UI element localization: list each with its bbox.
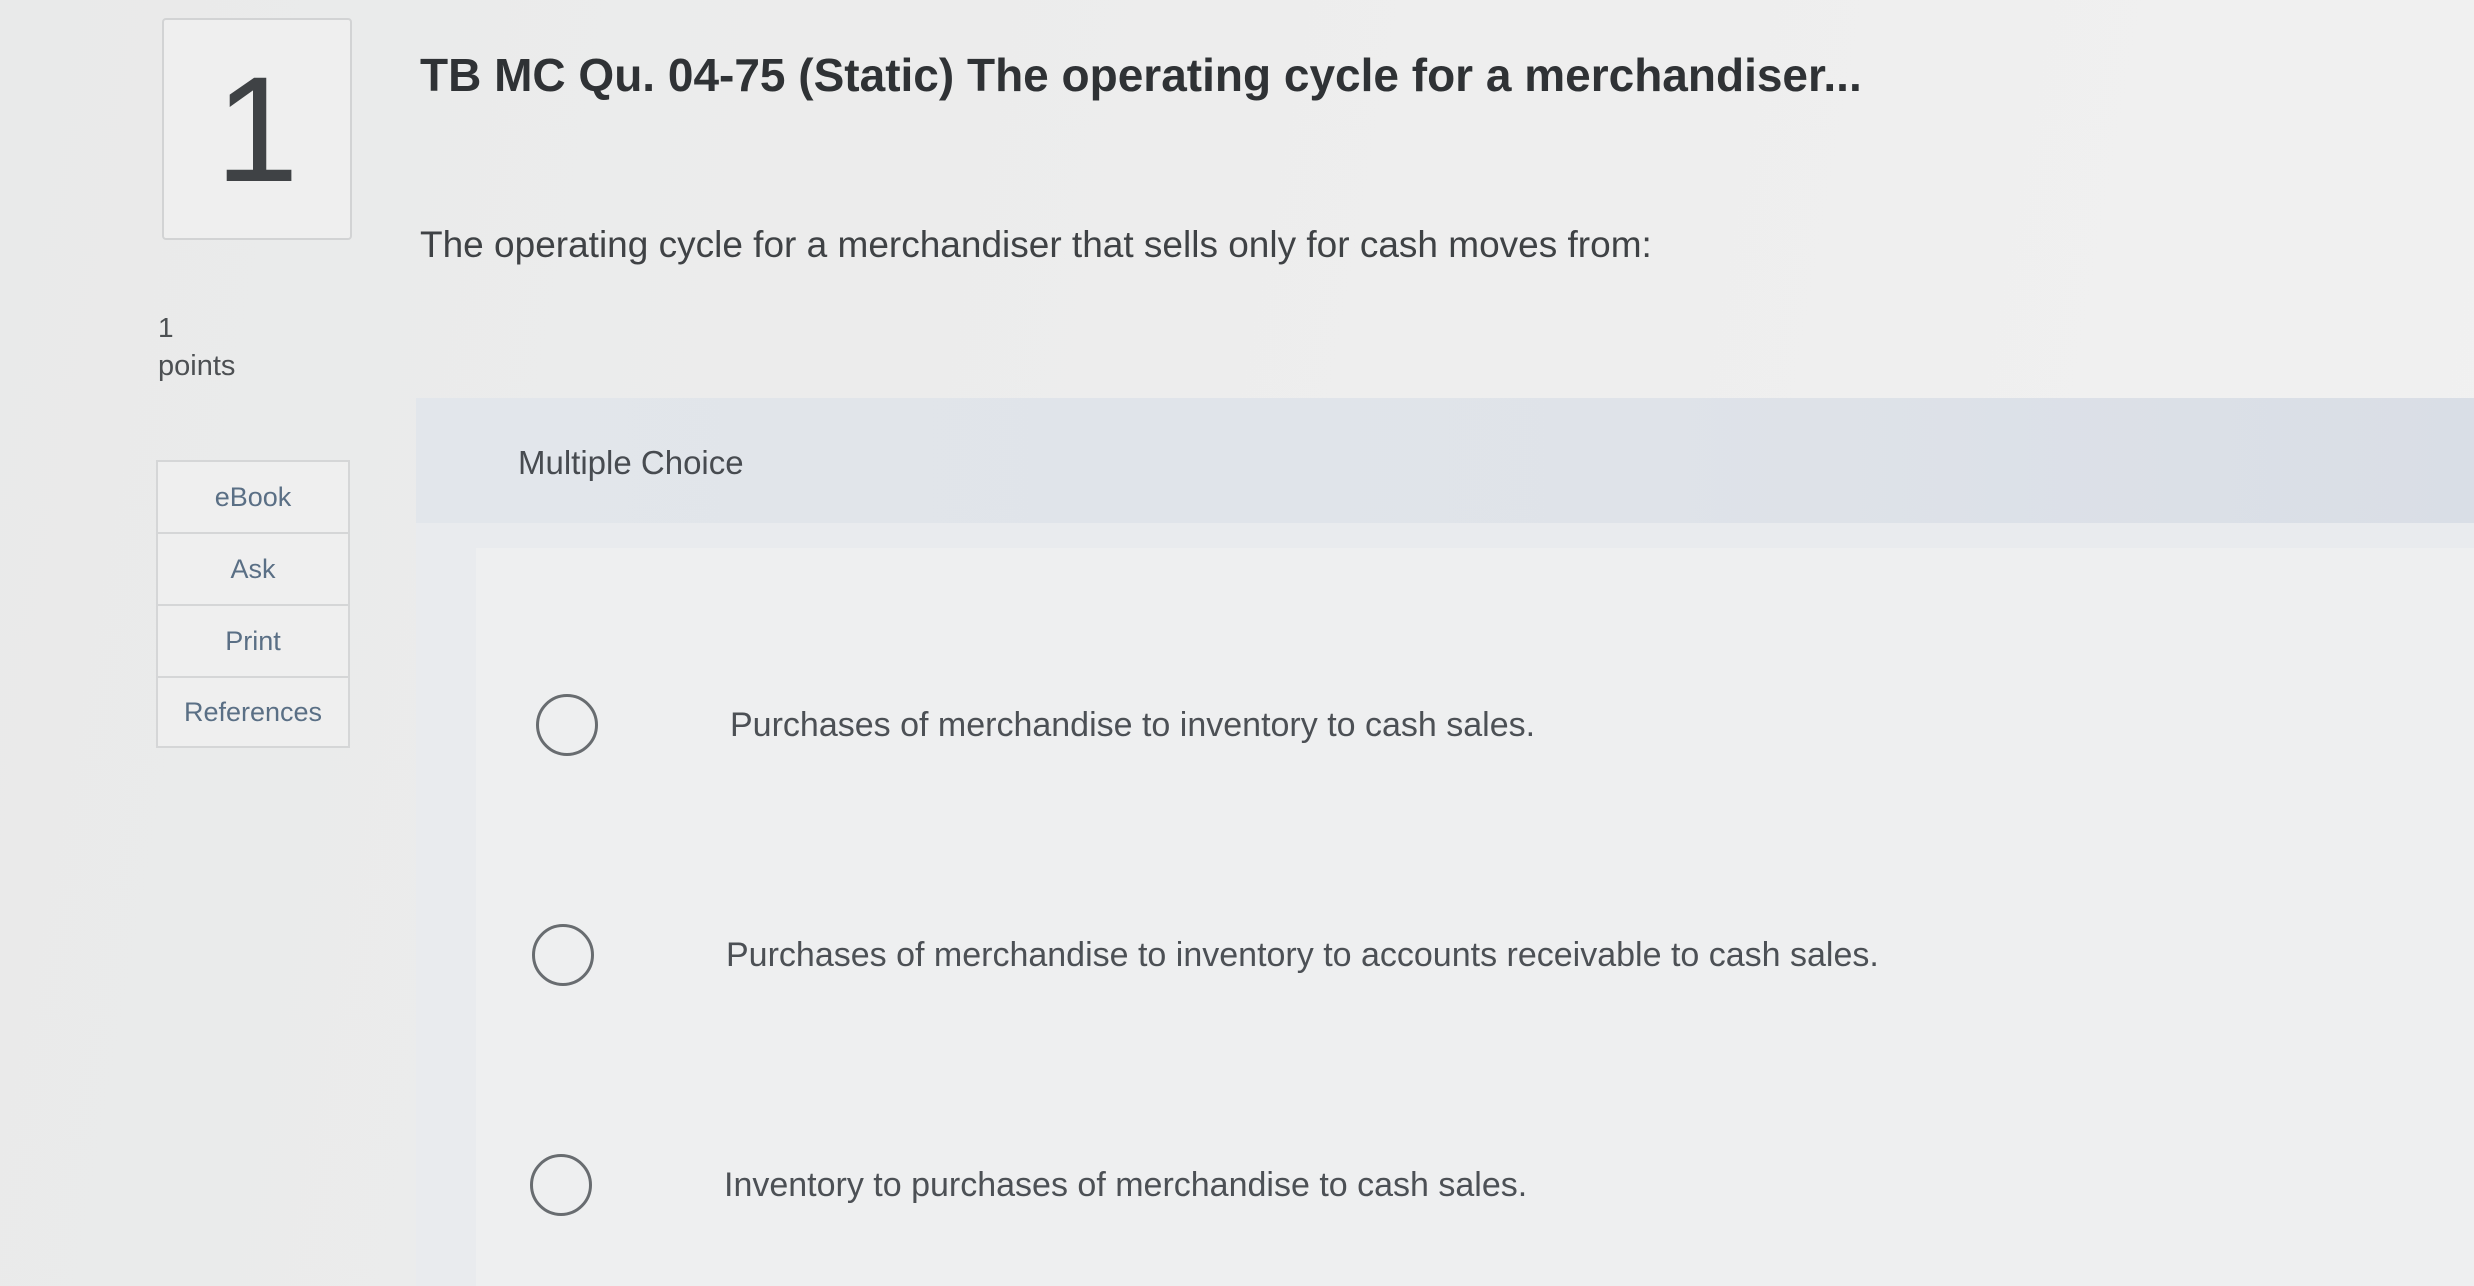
- answer-panel: Multiple Choice Purchases of merchandise…: [416, 398, 2474, 1286]
- question-title: TB MC Qu. 04-75 (Static) The operating c…: [420, 49, 1862, 101]
- choices-list: Purchases of merchandise to inventory to…: [476, 548, 2474, 1286]
- radio-button-a[interactable]: [536, 694, 598, 756]
- ebook-button[interactable]: eBook: [156, 460, 350, 532]
- answer-type-label: Multiple Choice: [518, 444, 744, 481]
- ask-button[interactable]: Ask: [156, 532, 350, 604]
- points-label: points: [158, 350, 236, 382]
- choice-option-c[interactable]: Inventory to purchases of merchandise to…: [530, 1154, 1527, 1216]
- choice-text-a[interactable]: Purchases of merchandise to inventory to…: [730, 706, 1535, 745]
- choice-option-a[interactable]: Purchases of merchandise to inventory to…: [536, 694, 1535, 756]
- answer-type-header: Multiple Choice: [416, 398, 2474, 523]
- radio-button-b[interactable]: [532, 924, 594, 986]
- choice-option-b[interactable]: Purchases of merchandise to inventory to…: [532, 924, 1879, 986]
- radio-button-c[interactable]: [530, 1154, 592, 1216]
- question-sidebar: 1 1 points eBook Ask Print References: [0, 0, 410, 1286]
- question-prompt: The operating cycle for a merchandiser t…: [420, 224, 1652, 265]
- choice-text-b[interactable]: Purchases of merchandise to inventory to…: [726, 936, 1879, 975]
- points-value: 1: [158, 312, 174, 343]
- question-number: 1: [215, 45, 299, 213]
- question-number-box: 1: [162, 18, 352, 240]
- tool-list: eBook Ask Print References: [156, 460, 350, 748]
- choice-text-c[interactable]: Inventory to purchases of merchandise to…: [724, 1166, 1527, 1205]
- print-button[interactable]: Print: [156, 604, 350, 676]
- references-button[interactable]: References: [156, 676, 350, 748]
